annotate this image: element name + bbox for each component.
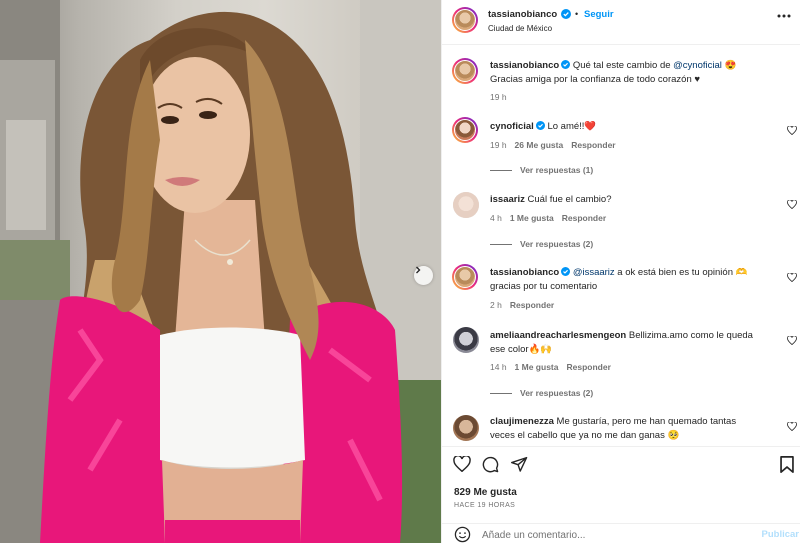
comment-meta: 14 h 1 Me gusta Responder bbox=[490, 362, 611, 372]
post-actions: 829 Me gusta HACE 19 HORAS Publicar bbox=[442, 446, 800, 543]
comment-time: 19 h bbox=[490, 140, 507, 150]
comment-text: Bellizima.amo como le queda bbox=[628, 330, 753, 341]
instagram-post-view: tassianobianco • Seguir Ciudad de México… bbox=[0, 0, 800, 543]
view-replies-button[interactable]: Ver respuestas (1) bbox=[490, 165, 593, 175]
reply-button[interactable]: Responder bbox=[566, 362, 610, 372]
caption-username[interactable]: tassianobianco bbox=[490, 60, 559, 71]
caption-line2: Gracias amiga por la confianza de todo c… bbox=[490, 73, 701, 85]
comment-avatar[interactable] bbox=[453, 192, 479, 218]
view-replies-button[interactable]: Ver respuestas (2) bbox=[490, 239, 593, 249]
comment-avatar[interactable] bbox=[452, 117, 478, 143]
comment: claujimenezza Me gustaría, pero me han q… bbox=[490, 415, 780, 442]
caption-time: 19 h bbox=[490, 92, 507, 102]
comment-likes[interactable]: 1 Me gusta bbox=[515, 362, 559, 372]
comment-line2: veces el cabello que ya no me dan ganas … bbox=[490, 429, 680, 441]
carousel-next-button[interactable] bbox=[414, 266, 433, 285]
caption-avatar[interactable] bbox=[452, 58, 478, 84]
emoji-icon[interactable] bbox=[454, 526, 471, 543]
comment-line2: ese color🔥🙌 bbox=[490, 343, 553, 355]
comment-icon[interactable] bbox=[482, 456, 499, 473]
comment-mention[interactable]: @issaariz bbox=[573, 267, 615, 278]
heart-icon[interactable] bbox=[787, 273, 797, 282]
comment-time: 2 h bbox=[490, 300, 502, 310]
verified-badge-icon bbox=[561, 9, 571, 19]
author-username[interactable]: tassianobianco bbox=[488, 9, 557, 20]
comment-likes[interactable]: 1 Me gusta bbox=[510, 213, 554, 223]
caption-text: Qué tal este cambio de bbox=[572, 60, 674, 71]
comment: tassianobianco @issaariz a ok está bien … bbox=[490, 266, 780, 293]
add-comment-bar: Publicar bbox=[442, 523, 800, 543]
bookmark-icon[interactable] bbox=[780, 456, 794, 473]
more-options-icon[interactable] bbox=[777, 14, 791, 18]
reply-button[interactable]: Responder bbox=[571, 140, 615, 150]
comment-meta: 4 h 1 Me gusta Responder bbox=[490, 213, 606, 223]
heart-icon[interactable] bbox=[787, 200, 797, 209]
comment-likes[interactable]: 26 Me gusta bbox=[515, 140, 564, 150]
verified-badge-icon bbox=[561, 60, 571, 69]
reply-button[interactable]: Responder bbox=[510, 300, 554, 310]
post-side-panel: tassianobianco • Seguir Ciudad de México… bbox=[441, 0, 800, 543]
post-time: HACE 19 HORAS bbox=[454, 502, 516, 509]
comment: cynoficial Lo amé!!❤️ bbox=[490, 120, 596, 134]
comment-text: Cuál fue el cambio? bbox=[527, 194, 612, 205]
likes-count[interactable]: 829 Me gusta bbox=[454, 487, 517, 498]
comment-avatar[interactable] bbox=[453, 327, 479, 353]
comment-line2: gracias por tu comentario bbox=[490, 280, 598, 292]
comment-username[interactable]: claujimenezza bbox=[490, 416, 554, 427]
caption-emoji: 😍 bbox=[724, 60, 737, 71]
comment-input[interactable] bbox=[482, 527, 742, 543]
photo-illustration bbox=[0, 0, 441, 543]
author-avatar[interactable] bbox=[452, 7, 478, 33]
verified-badge-icon bbox=[535, 121, 545, 130]
divider-line bbox=[490, 244, 512, 246]
post-header: tassianobianco • Seguir Ciudad de México bbox=[442, 0, 800, 45]
comment: ameliaandreacharlesmengeon Bellizima.amo… bbox=[490, 329, 780, 356]
divider-line bbox=[490, 170, 512, 172]
divider-line bbox=[490, 393, 512, 395]
view-replies-label: Ver respuestas (1) bbox=[520, 165, 594, 175]
comment-meta: 2 h Responder bbox=[490, 300, 554, 310]
verified-badge-icon bbox=[561, 267, 571, 276]
publish-button[interactable]: Publicar bbox=[762, 529, 800, 540]
caption-mention[interactable]: @cynoficial bbox=[673, 60, 722, 71]
share-icon[interactable] bbox=[511, 456, 528, 472]
comments-list[interactable]: tassianobianco Qué tal este cambio de @c… bbox=[442, 46, 800, 446]
post-location[interactable]: Ciudad de México bbox=[488, 24, 552, 33]
comment-username[interactable]: issaariz bbox=[490, 194, 525, 205]
comment-meta: 19 h 26 Me gusta Responder bbox=[490, 140, 616, 150]
view-replies-label: Ver respuestas (2) bbox=[520, 239, 594, 249]
caption: tassianobianco Qué tal este cambio de @c… bbox=[490, 59, 790, 86]
heart-icon[interactable] bbox=[787, 422, 797, 431]
comment-avatar[interactable] bbox=[453, 415, 479, 441]
comment-time: 4 h bbox=[490, 213, 502, 223]
comment-text: Lo amé!!❤️ bbox=[547, 121, 597, 132]
heart-icon[interactable] bbox=[787, 336, 797, 345]
heart-icon[interactable] bbox=[453, 456, 471, 472]
header-separator: • bbox=[575, 9, 579, 19]
comment-text: Me gustaría, pero me han quemado tantas bbox=[556, 416, 737, 427]
chevron-right-icon bbox=[416, 266, 421, 274]
post-photo[interactable] bbox=[0, 0, 441, 543]
comment-username[interactable]: cynoficial bbox=[490, 121, 534, 132]
comment-avatar[interactable] bbox=[452, 264, 478, 290]
reply-button[interactable]: Responder bbox=[562, 213, 606, 223]
view-replies-button[interactable]: Ver respuestas (2) bbox=[490, 388, 593, 398]
comment-username[interactable]: ameliaandreacharlesmengeon bbox=[490, 330, 626, 341]
comment-username[interactable]: tassianobianco bbox=[490, 267, 559, 278]
view-replies-label: Ver respuestas (2) bbox=[520, 388, 594, 398]
comment-time: 14 h bbox=[490, 362, 507, 372]
comment: issaariz Cuál fue el cambio? bbox=[490, 193, 611, 207]
follow-button[interactable]: Seguir bbox=[584, 9, 614, 20]
heart-icon[interactable] bbox=[787, 126, 797, 135]
comment-text: a ok está bien es tu opinión 🫶 bbox=[614, 267, 748, 278]
